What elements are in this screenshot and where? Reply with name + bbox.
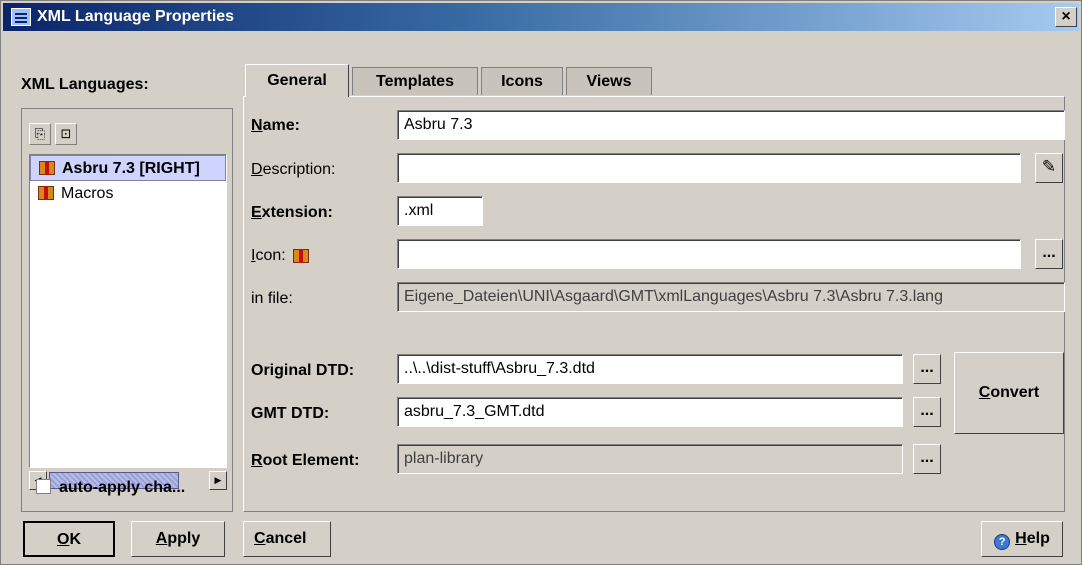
browse-original-dtd-button[interactable]: ...: [913, 354, 941, 384]
help-icon: ?: [994, 534, 1011, 550]
gmt-dtd-field[interactable]: asbru_7.3_GMT.dtd: [397, 397, 903, 427]
ok-button[interactable]: OK: [23, 521, 115, 557]
list-item-macros[interactable]: Macros: [30, 181, 226, 207]
icon-field[interactable]: [397, 239, 1021, 269]
tab-icons[interactable]: Icons: [481, 67, 563, 95]
original-dtd-field[interactable]: ..\..\dist-stuff\Asbru_7.3.dtd: [397, 354, 903, 384]
title-bar[interactable]: XML Language Properties ×: [3, 3, 1079, 31]
extension-field[interactable]: .xml: [397, 196, 483, 226]
icon-label: Icon:: [251, 247, 286, 264]
root-element-label: Root Element:: [251, 452, 360, 469]
name-label: Name:: [251, 117, 300, 134]
package-icon: [39, 161, 55, 175]
list-item-asbru[interactable]: Asbru 7.3 [RIGHT]: [30, 155, 226, 181]
in-file-label: in file:: [251, 290, 293, 307]
in-file-field: Eigene_Dateien\UNI\Asgaard\GMT\xmlLangua…: [397, 282, 1065, 312]
list-item-label: Macros: [61, 185, 114, 202]
auto-apply-label: auto-apply cha...: [59, 479, 186, 496]
delete-icon: ⊡: [60, 126, 72, 141]
xml-language-properties-dialog: XML Language Properties × XML Languages:…: [0, 0, 1082, 565]
name-field[interactable]: Asbru 7.3: [397, 110, 1065, 140]
tab-templates[interactable]: Templates: [352, 67, 478, 95]
description-field[interactable]: [397, 153, 1021, 183]
auto-apply-checkbox-row[interactable]: auto-apply cha...: [36, 479, 185, 497]
browse-root-element-button[interactable]: ...: [913, 444, 941, 474]
browse-icon-button[interactable]: ...: [1035, 239, 1063, 269]
original-dtd-label: Original DTD:: [251, 362, 355, 379]
convert-button[interactable]: Convert: [954, 352, 1064, 434]
extension-label: Extension:: [251, 204, 333, 221]
new-language-button[interactable]: ⎘: [29, 123, 51, 145]
description-label: Description:: [251, 161, 336, 178]
root-element-field[interactable]: plan-library: [397, 444, 903, 474]
tab-general[interactable]: General: [245, 64, 349, 97]
languages-panel: ⎘ ⊡ Asbru 7.3 [RIGHT] Macros ◀ ▶ auto-ap…: [21, 108, 233, 512]
scroll-right-icon[interactable]: ▶: [209, 471, 227, 490]
xml-languages-label: XML Languages:: [21, 76, 149, 93]
window-title: XML Language Properties: [37, 8, 235, 25]
apply-button[interactable]: Apply: [131, 521, 225, 557]
auto-apply-checkbox[interactable]: [36, 479, 51, 494]
languages-list[interactable]: Asbru 7.3 [RIGHT] Macros: [29, 154, 227, 468]
list-item-label: Asbru 7.3 [RIGHT]: [62, 160, 200, 177]
browse-gmt-dtd-button[interactable]: ...: [913, 397, 941, 427]
gmt-dtd-label: GMT DTD:: [251, 405, 330, 422]
cancel-button[interactable]: Cancel: [243, 521, 331, 557]
new-document-icon: ⎘: [34, 126, 46, 141]
window-icon: [11, 8, 31, 26]
edit-icon: ✎: [1041, 157, 1057, 176]
edit-description-button[interactable]: ✎: [1035, 153, 1063, 183]
close-button[interactable]: ×: [1055, 7, 1077, 27]
package-icon: [38, 186, 54, 200]
tab-views[interactable]: Views: [566, 67, 652, 95]
delete-language-button[interactable]: ⊡: [55, 123, 77, 145]
language-icon-preview: [293, 249, 309, 263]
help-button[interactable]: ? Help: [981, 521, 1063, 557]
